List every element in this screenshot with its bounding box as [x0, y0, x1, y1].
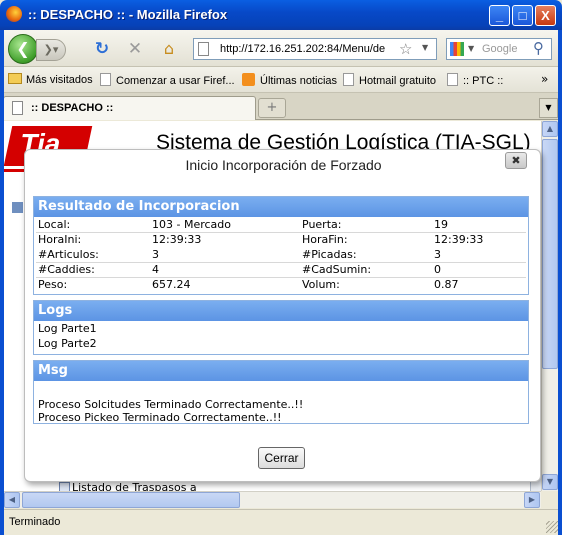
result-label: Peso:	[38, 278, 68, 291]
url-text[interactable]: http://172.16.251.202:84/Menu/de	[220, 43, 396, 55]
horizontal-scroll-thumb[interactable]	[22, 492, 240, 508]
result-value: 19	[434, 218, 448, 231]
bookmark-star-icon[interactable]: ☆	[399, 40, 412, 58]
page-icon	[12, 101, 23, 115]
log-line: Log Parte1	[38, 322, 97, 335]
result-panel: Resultado de Incorporacion Local: 103 - …	[33, 196, 529, 295]
rss-icon	[242, 73, 255, 86]
stop-icon[interactable]: ✕	[124, 39, 146, 59]
result-label: HoraFin:	[302, 233, 348, 246]
result-value: 0.87	[434, 278, 459, 291]
firefox-icon	[6, 6, 22, 22]
scroll-right-arrow-icon[interactable]: ▶	[524, 492, 540, 508]
msg-line: Proceso Solcitudes Terminado Correctamen…	[38, 398, 304, 411]
result-row: Peso: 657.24 Volum: 0.87	[36, 278, 526, 293]
home-icon[interactable]: ⌂	[158, 39, 180, 59]
logs-panel: Logs Log Parte1 Log Parte2	[33, 300, 529, 355]
folder-icon	[8, 73, 22, 84]
menu-item-traspasos[interactable]: Listado de Traspasos a	[59, 481, 197, 491]
log-line: Log Parte2	[38, 337, 97, 350]
status-bar: Terminado	[0, 509, 562, 535]
horizontal-scrollbar[interactable]: ◀ ▶	[4, 491, 541, 508]
dialog-close-icon[interactable]: ✖	[505, 152, 527, 169]
tab-label: :: DESPACHO ::	[31, 102, 114, 114]
msg-panel-header: Msg	[34, 361, 528, 381]
bookmark-latest-news[interactable]: Últimas noticias	[242, 73, 337, 87]
result-value: 12:39:33	[434, 233, 484, 246]
search-icon[interactable]: ⚲	[533, 39, 544, 57]
reload-icon[interactable]: ↻	[91, 39, 113, 59]
scroll-down-arrow-icon[interactable]: ▼	[542, 474, 558, 490]
forced-incorporation-dialog: Inicio Incorporación de Forzado ✖ Result…	[24, 149, 541, 482]
result-label: Local:	[38, 218, 71, 231]
scroll-up-arrow-icon[interactable]: ▲	[542, 121, 558, 137]
result-label: HoraIni:	[38, 233, 82, 246]
tab-strip: :: DESPACHO :: + ▼	[0, 93, 562, 120]
menu-icon	[12, 202, 23, 213]
result-value: 3	[152, 248, 159, 261]
search-input[interactable]: Google	[482, 43, 517, 55]
msg-line	[36, 385, 526, 398]
msg-panel: Msg Proceso Solcitudes Terminado Correct…	[33, 360, 529, 424]
result-row: #Articulos: 3 #Picadas: 3	[36, 248, 526, 263]
result-row: Local: 103 - Mercado Puerta: 19	[36, 218, 526, 233]
window-frame-right	[558, 30, 562, 535]
close-window-button[interactable]: X	[535, 5, 556, 26]
dialog-title: Inicio Incorporación de Forzado	[185, 157, 382, 173]
result-row: HoraIni: 12:39:33 HoraFin: 12:39:33	[36, 233, 526, 248]
bookmarks-toolbar: Más visitados Comenzar a usar Firef... Ú…	[0, 67, 562, 93]
url-bar[interactable]: http://172.16.251.202:84/Menu/de ☆ ▼	[193, 38, 437, 60]
result-row: #Caddies: 4 #CadSumin: 0	[36, 263, 526, 278]
logs-panel-body: Log Parte1 Log Parte2	[34, 321, 528, 353]
bookmark-most-visited[interactable]: Más visitados	[8, 73, 93, 86]
tab-list-dropdown-icon[interactable]: ▼	[539, 98, 558, 118]
msg-panel-body: Proceso Solcitudes Terminado Correctamen…	[34, 381, 528, 425]
url-dropdown-icon[interactable]: ▼	[422, 43, 428, 52]
result-label: Puerta:	[302, 218, 342, 231]
status-text: Terminado	[9, 516, 61, 528]
result-label: #Caddies:	[38, 263, 95, 276]
window-title: :: DESPACHO :: - Mozilla Firefox	[28, 7, 228, 22]
back-button[interactable]: ❮	[8, 34, 38, 64]
window-titlebar: :: DESPACHO :: - Mozilla Firefox _ □ X	[0, 0, 562, 30]
google-icon[interactable]	[450, 42, 464, 56]
bookmarks-more-chevron-icon[interactable]: »	[541, 72, 548, 86]
resize-grip-icon[interactable]	[546, 521, 558, 533]
result-panel-header: Resultado de Incorporacion	[34, 197, 528, 217]
logs-panel-header: Logs	[34, 301, 528, 321]
window-frame-left	[0, 30, 4, 535]
page-icon	[100, 73, 111, 86]
result-value: 0	[434, 263, 441, 276]
bookmark-getting-started[interactable]: Comenzar a usar Firef...	[100, 73, 235, 87]
msg-line: Proceso Pickeo Terminado Correctamente..…	[38, 411, 282, 424]
maximize-button[interactable]: □	[512, 5, 533, 26]
page-icon	[447, 73, 458, 86]
result-value: 103 - Mercado	[152, 218, 231, 231]
search-engine-dropdown-icon[interactable]: ▼	[468, 44, 474, 53]
result-label: #CadSumin:	[302, 263, 372, 276]
scroll-left-arrow-icon[interactable]: ◀	[4, 492, 20, 508]
result-label: Volum:	[302, 278, 340, 291]
item-icon	[59, 482, 70, 491]
vertical-scrollbar[interactable]: ▲ ▼	[541, 121, 558, 491]
page-icon	[198, 42, 209, 56]
tab-despacho[interactable]: :: DESPACHO ::	[3, 96, 256, 120]
result-value: 4	[152, 263, 159, 276]
result-label: #Articulos:	[38, 248, 99, 261]
cerrar-button[interactable]: Cerrar	[258, 447, 305, 469]
result-value: 657.24	[152, 278, 191, 291]
bookmark-hotmail[interactable]: Hotmail gratuito	[343, 73, 436, 87]
page-icon	[343, 73, 354, 86]
result-label: #Picadas:	[302, 248, 357, 261]
bookmark-ptc[interactable]: :: PTC ::	[447, 73, 503, 87]
minimize-button[interactable]: _	[489, 5, 510, 26]
result-panel-body: Local: 103 - Mercado Puerta: 19 HoraIni:…	[34, 217, 528, 294]
new-tab-button[interactable]: +	[258, 98, 286, 118]
vertical-scroll-thumb[interactable]	[542, 139, 558, 369]
navigation-toolbar: ❮ ❯▾ ↻ ✕ ⌂ http://172.16.251.202:84/Menu…	[0, 30, 562, 67]
forward-button[interactable]: ❯▾	[36, 39, 66, 61]
result-value: 12:39:33	[152, 233, 202, 246]
result-value: 3	[434, 248, 441, 261]
search-bar[interactable]: ▼ Google ⚲	[446, 38, 552, 60]
